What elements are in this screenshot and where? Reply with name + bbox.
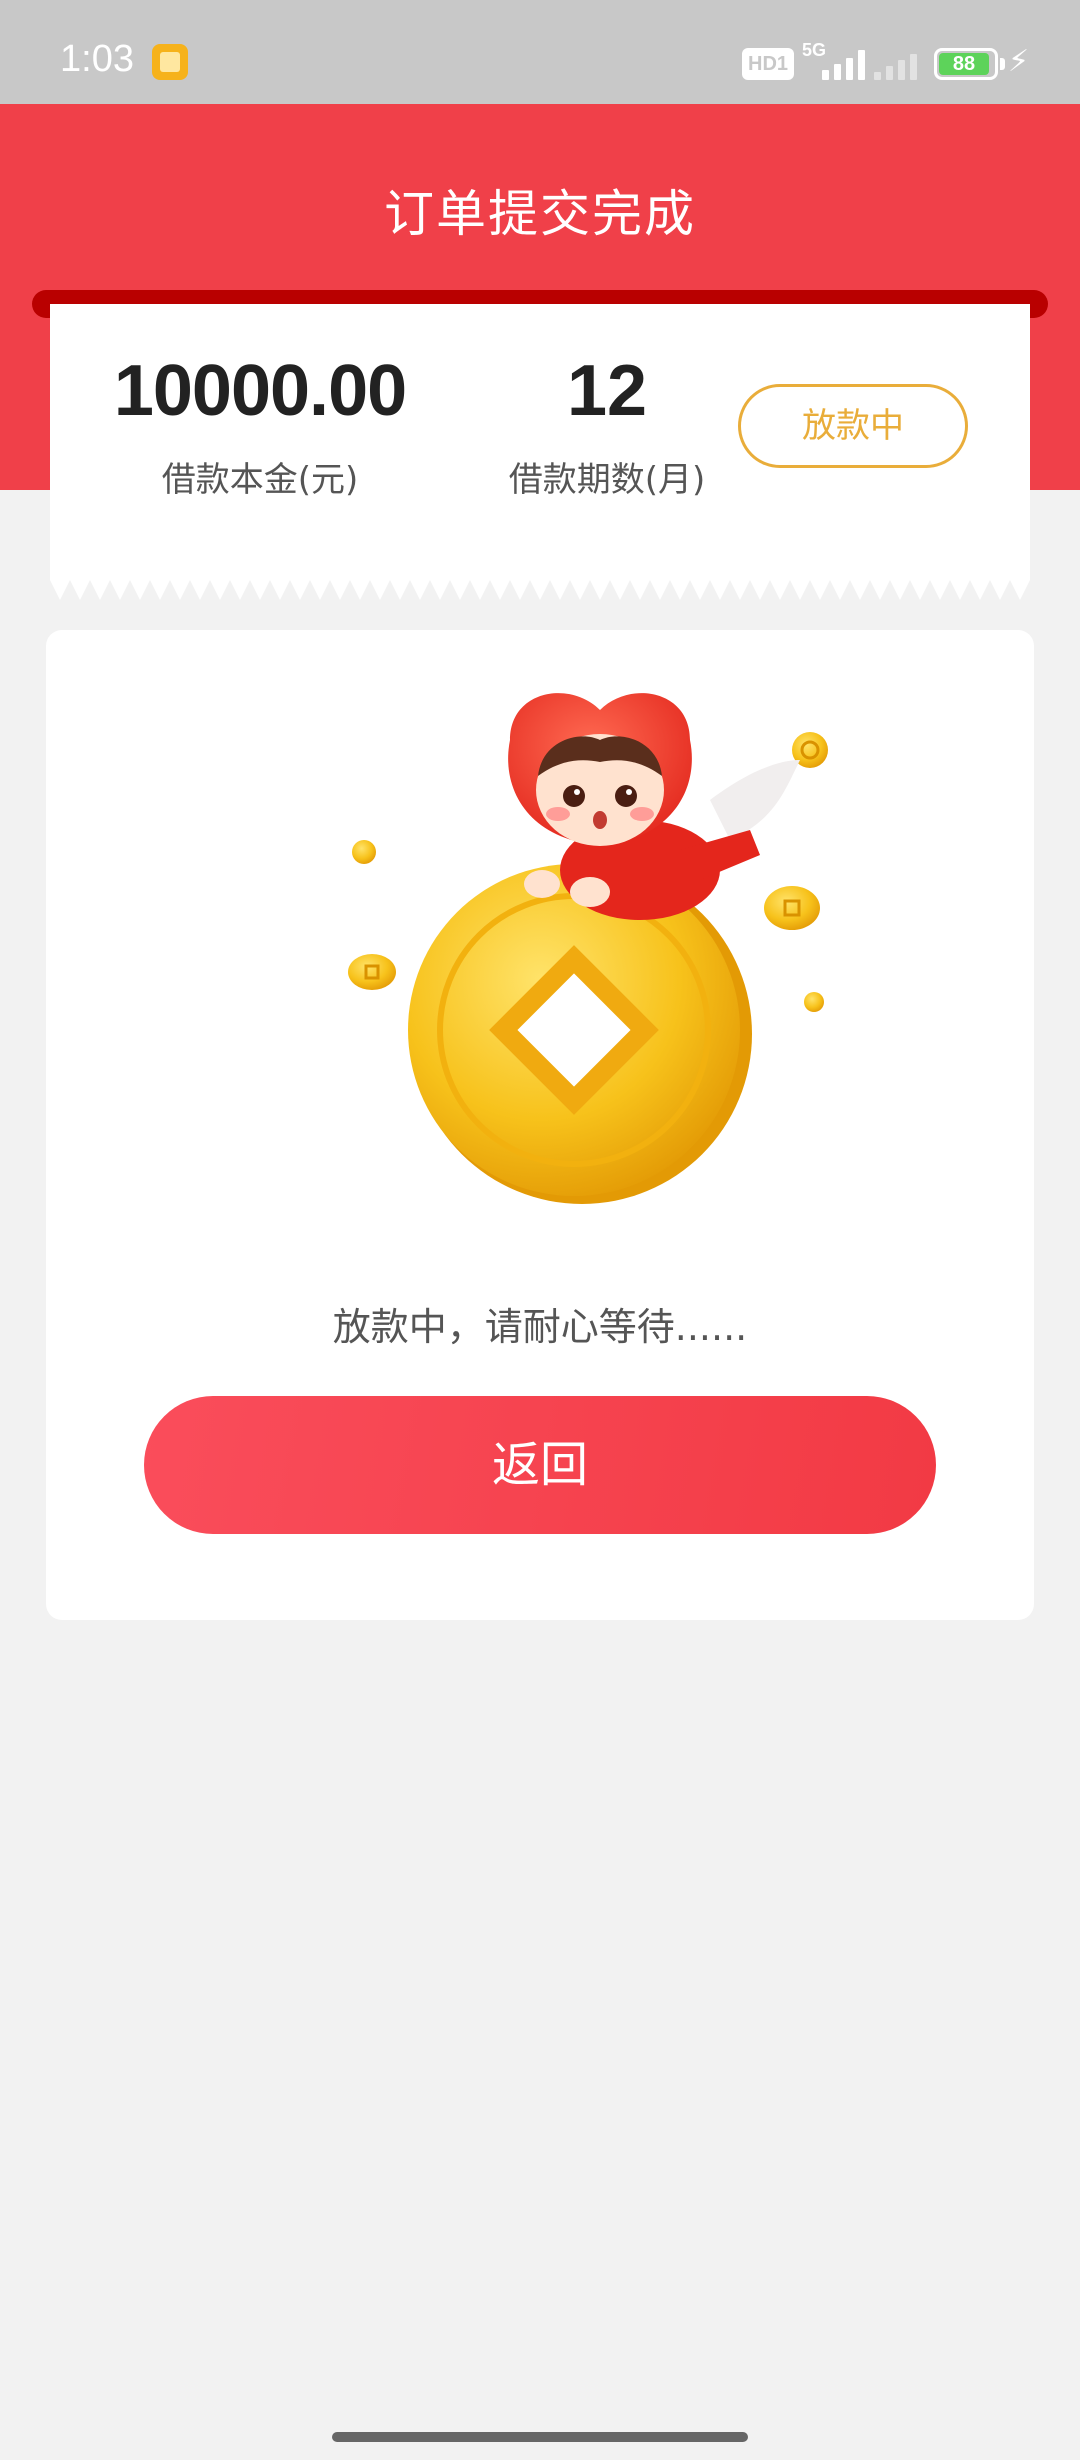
loan-amount-label: 借款本金(元): [161, 460, 359, 500]
signal-icon: [806, 50, 868, 80]
loan-term-value: 12: [566, 351, 648, 431]
page-title: 订单提交完成: [384, 185, 696, 243]
loan-summary-ticket: 10000.00 借款本金(元) 12 借款期数(月) 放款中: [50, 304, 1030, 600]
result-card: 放款中，请耐心等待...... 返回: [46, 630, 1034, 1620]
battery-cap: [1000, 58, 1005, 70]
secondary-signal-icon: [872, 50, 918, 80]
status-bar: 1:03 HD1 5G 88 ⚡: [0, 0, 1080, 104]
app-notification-icon: [152, 44, 188, 80]
loan-amount-value: 10000.00: [113, 351, 407, 431]
battery-level: 88: [939, 53, 989, 75]
back-button[interactable]: 返回: [144, 1396, 936, 1534]
hd-icon: HD1: [742, 48, 795, 80]
waiting-message: 放款中，请耐心等待......: [332, 1305, 748, 1349]
ticket-zigzag-edge: [50, 578, 1030, 600]
battery-icon: 88: [934, 48, 998, 80]
status-time: 1:03: [60, 38, 134, 80]
home-indicator[interactable]: [332, 2432, 748, 2442]
mascot-on-gold-coin-illustration: [348, 693, 828, 1204]
disbursement-status-badge: 放款中: [738, 384, 968, 468]
loan-term-label: 借款期数(月): [508, 460, 706, 500]
charging-icon: ⚡: [1008, 44, 1030, 79]
